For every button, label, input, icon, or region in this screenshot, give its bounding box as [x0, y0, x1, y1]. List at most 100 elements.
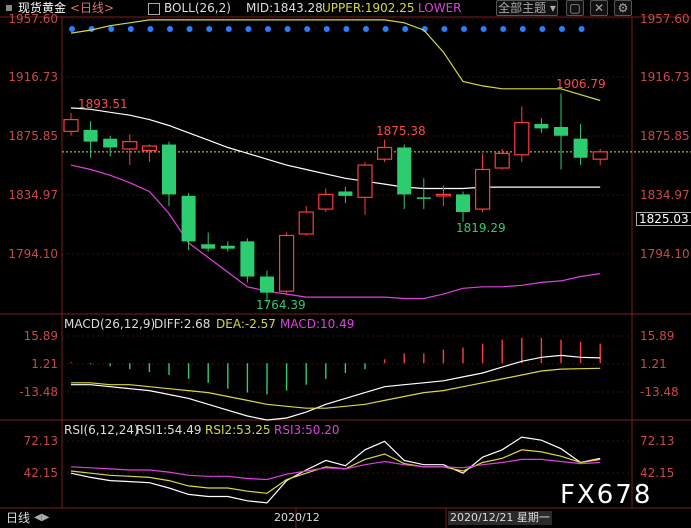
menu-square-icon[interactable] [6, 5, 12, 11]
rsi3-line [70, 458, 601, 481]
macd-axis-right-0: 15.89 [640, 329, 675, 343]
boll-lower-label: LOWER [418, 1, 462, 15]
chart-header: 现货黄金 <日线> BOLL(26,2) MID:1843.28 UPPER:1… [0, 0, 691, 16]
event-dot [343, 26, 350, 32]
price-axis-right-1: 1916.73 [640, 70, 690, 84]
candle-body [397, 147, 412, 195]
price-axis-right-0: 1957.60 [640, 12, 690, 26]
rsi-axis-right-0: 72.13 [640, 434, 675, 448]
annotation-low-mid: 1819.29 [456, 221, 506, 235]
candle-body [122, 141, 138, 150]
price-axis-left-3: 1834.97 [8, 188, 58, 202]
price-axis-left-4: 1794.10 [8, 247, 58, 261]
event-dot [578, 26, 585, 32]
rsi3-label: RSI3:50.20 [274, 423, 340, 437]
candle-body [298, 211, 314, 235]
boll-label: BOLL(26,2) [164, 1, 231, 15]
candle-body [534, 124, 549, 129]
event-dot [206, 26, 213, 32]
macd-axis-left-0: 15.89 [23, 329, 58, 343]
event-dot [108, 26, 115, 32]
event-dot [382, 26, 389, 32]
candle-body [279, 234, 295, 292]
event-dot [167, 26, 173, 32]
candle-body [162, 144, 176, 195]
macd-diff-label: DIFF:2.68 [154, 317, 211, 331]
macd-axis-left-2: -13.48 [19, 385, 58, 399]
event-dot [402, 26, 409, 32]
event-dot [225, 26, 232, 32]
candle-body [260, 276, 274, 293]
macd-title: MACD(26,12,9) [64, 317, 156, 331]
price-axis-right-3: 1834.97 [640, 188, 690, 202]
boll-mid-label: MID:1843.28 [246, 1, 323, 15]
macd-axis-right-1: 1.21 [640, 357, 667, 371]
candle-body [592, 151, 608, 160]
event-dot [69, 26, 75, 32]
candle-body [318, 193, 334, 210]
window-icon: ▢ [569, 1, 581, 15]
candle-body [240, 241, 255, 277]
candle-body [554, 126, 568, 136]
price-axis-right-4: 1794.10 [640, 247, 690, 261]
theme-select-label: 全部主题 [498, 1, 547, 15]
event-dot [539, 26, 546, 32]
candle-body [63, 119, 79, 132]
rsi-title: RSI(6,12,24) [64, 423, 139, 437]
period-label[interactable]: <日线> [70, 0, 114, 16]
candle-body [435, 193, 451, 197]
footer-arrows-icon[interactable]: ◀▶ [34, 511, 49, 525]
event-dot [480, 26, 487, 32]
boll-upper-label: UPPER:1902.25 [322, 1, 415, 15]
rsi2-label: RSI2:53.25 [205, 423, 271, 437]
event-dot [461, 26, 467, 32]
price-axis-left-1: 1916.73 [8, 70, 58, 84]
price-axis-left-2: 1875.85 [8, 129, 58, 143]
rsi2-line [70, 449, 601, 494]
candle-body [475, 168, 491, 210]
watermark-logo: FX678 [560, 480, 653, 510]
settings-button[interactable]: ⚙ [614, 0, 632, 16]
candle-body [83, 129, 98, 142]
candle-body [181, 195, 196, 242]
candle-body [514, 121, 530, 156]
event-dot [363, 26, 369, 32]
footer-period[interactable]: 日线 [6, 511, 30, 525]
rsi-axis-right-1: 42.15 [640, 466, 675, 480]
candle-body [357, 164, 373, 198]
current-price-tag: 1825.03 [636, 212, 691, 226]
event-dot [323, 26, 330, 32]
event-dot [147, 26, 154, 32]
boll-lower-line [70, 164, 601, 300]
theme-select-button[interactable]: 全部主题 ▾ [496, 0, 558, 16]
macd-axis-right-2: -13.48 [640, 385, 679, 399]
annotation-high-right: 1906.79 [556, 77, 606, 91]
macd-value-label: MACD:10.49 [280, 317, 355, 331]
candle-body [494, 152, 510, 169]
macd-diff-line [71, 354, 601, 421]
rsi-axis-left-1: 42.15 [23, 466, 58, 480]
footer-month: 2020/12 [274, 511, 320, 524]
candle-body [201, 244, 216, 249]
event-dot [127, 26, 134, 32]
candle-body [220, 245, 235, 249]
rsi-axis-left-0: 72.13 [23, 434, 58, 448]
window-button[interactable]: ▢ [566, 0, 584, 16]
close-icon: ✕ [593, 1, 605, 15]
event-dot [284, 26, 291, 32]
indicator-toggle-icon[interactable] [148, 3, 160, 15]
event-dot [441, 26, 448, 32]
event-dot [265, 26, 271, 32]
event-dot [519, 26, 526, 32]
price-axis-left-0: 1957.60 [8, 12, 58, 26]
macd-dea-line [71, 367, 601, 409]
event-dot [559, 26, 565, 32]
candle-body [416, 197, 431, 199]
event-dot [500, 26, 507, 32]
footer-date: 2020/12/21 星期一 [448, 511, 552, 525]
price-axis-right-2: 1875.85 [640, 129, 690, 143]
annotation-low-left: 1764.39 [256, 298, 306, 312]
macd-axis-left-1: 1.21 [31, 357, 58, 371]
close-button[interactable]: ✕ [590, 0, 608, 16]
event-dot [245, 26, 252, 32]
